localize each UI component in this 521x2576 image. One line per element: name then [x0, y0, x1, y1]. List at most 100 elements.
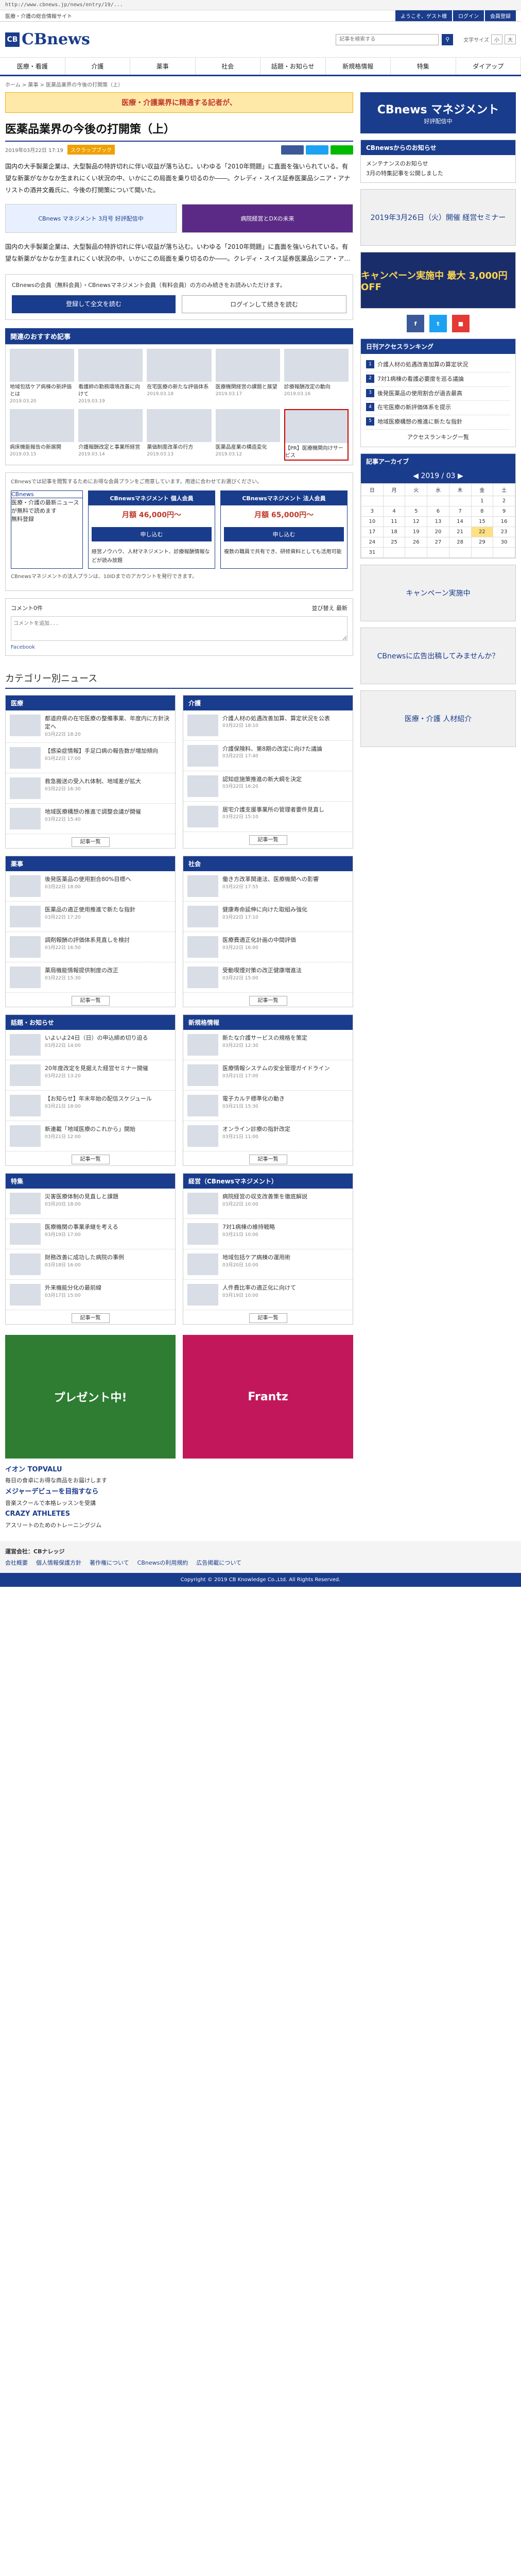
category-item[interactable]: 病院経営の収支改善策を徹底解説 03月22日 10:00	[183, 1189, 353, 1219]
category-item[interactable]: 救急搬送の受入れ体制、地域差が拡大 03月22日 16:30	[6, 773, 175, 804]
plan-free-button[interactable]: 無料登録	[11, 515, 82, 523]
category-item[interactable]: 認知症施策推進の新大綱を決定 03月22日 16:20	[183, 771, 353, 802]
calendar-day[interactable]: 9	[493, 505, 515, 517]
category-item[interactable]: 健康寿命延伸に向けた取組み強化 03月22日 17:10	[183, 902, 353, 933]
category-more-button[interactable]: 記事一覧	[249, 1155, 287, 1165]
search-icon[interactable]: ⚲	[442, 33, 454, 45]
calendar-day[interactable]: 4	[383, 505, 406, 517]
category-item[interactable]: 【お知らせ】年末年始の配信スケジュール 03月21日 18:00	[6, 1091, 175, 1122]
plan-corporate-button[interactable]: 申し込む	[224, 527, 344, 541]
calendar-day[interactable]: 10	[361, 516, 384, 527]
calendar-day[interactable]: 7	[448, 505, 472, 517]
category-heading[interactable]: 話題・お知らせ	[6, 1015, 175, 1030]
calendar-prev-icon[interactable]: ◀	[413, 472, 419, 480]
calendar-day[interactable]: 23	[493, 526, 515, 537]
ad-link[interactable]: メジャーデビューを目指すなら 音楽スクールで本格レッスンを受講	[5, 1486, 353, 1508]
inline-ad-management[interactable]: CBnews マネジメント 3月号 好評配信中	[5, 204, 177, 233]
calendar-day[interactable]: 17	[361, 526, 384, 537]
category-more-button[interactable]: 記事一覧	[71, 837, 110, 848]
recommend-item[interactable]: 介護報酬改定と事業所経営 2019.03.14	[78, 409, 143, 461]
ad-link[interactable]: イオン TOPVALU 毎日の食卓にお得な商品をお届けします	[5, 1464, 353, 1486]
footer-link[interactable]: 広告掲載について	[196, 1558, 241, 1567]
category-item[interactable]: 人件費比率の適正化に向けて 03月19日 10:00	[183, 1280, 353, 1311]
calendar-day[interactable]: 28	[448, 536, 472, 548]
calendar-day[interactable]: 20	[427, 526, 449, 537]
category-item[interactable]: 都道府県の在宅医療の整備事業、年度内に方針決定へ 03月22日 18:20	[6, 710, 175, 743]
calendar-day[interactable]: 31	[361, 547, 384, 558]
category-item[interactable]: 薬局機能情報提供制度の改正 03月22日 15:30	[6, 962, 175, 993]
calendar-day[interactable]: 14	[448, 516, 472, 527]
recommend-item[interactable]: 在宅医療の新たな評価体系 2019.03.18	[147, 348, 212, 405]
category-more-button[interactable]: 記事一覧	[71, 996, 110, 1006]
side-ad-campaign[interactable]: キャンペーン実施中	[360, 564, 516, 621]
category-heading[interactable]: 特集	[6, 1174, 175, 1189]
category-heading[interactable]: 医療	[6, 695, 175, 710]
calendar-day[interactable]: 22	[471, 526, 494, 537]
recommend-item[interactable]: 薬価制度改革の行方 2019.03.13	[147, 409, 212, 461]
category-item[interactable]: 地域医療構想の推進で調整会議が開催 03月22日 15:40	[6, 804, 175, 835]
calendar-day[interactable]: 2	[493, 495, 515, 506]
category-item[interactable]: 外来機能分化の最前線 03月17日 15:00	[6, 1280, 175, 1311]
calendar-day[interactable]: 29	[471, 536, 494, 548]
category-more-button[interactable]: 記事一覧	[71, 1313, 110, 1324]
category-item[interactable]: 財務改善に成功した病院の事例 03月18日 16:00	[6, 1249, 175, 1280]
category-more-button[interactable]: 記事一覧	[249, 996, 287, 1006]
recommend-item[interactable]: 医薬品産業の構造変化 2019.03.12	[215, 409, 280, 461]
category-item[interactable]: いよいよ24日（日）の申込締め切り迫る 03月22日 14:00	[6, 1030, 175, 1061]
category-item[interactable]: 介護保険料、第8期の改定に向けた議論 03月22日 17:40	[183, 741, 353, 771]
category-heading[interactable]: 介護	[183, 695, 353, 710]
twitter-share-icon[interactable]	[306, 145, 328, 155]
calendar-day[interactable]: 1	[471, 495, 494, 506]
calendar-day[interactable]: 15	[471, 516, 494, 527]
top-banner-ad[interactable]: 医療・介護業界に精通する記者が、	[5, 92, 353, 113]
category-heading[interactable]: 薬事	[6, 856, 175, 872]
management-banner[interactable]: CBnews マネジメント 好評配信中	[360, 92, 516, 133]
footer-link[interactable]: 個人情報保護方針	[36, 1558, 81, 1567]
ranking-item[interactable]: 5 地域医療構想の推進に新たな指針	[366, 415, 510, 430]
footer-link[interactable]: 会社概要	[5, 1558, 28, 1567]
recommend-item[interactable]: 診療報酬改定の動向 2019.03.16	[284, 348, 349, 405]
calendar-day[interactable]: 30	[493, 536, 515, 548]
inline-ad-dx[interactable]: 病院経営とDXの未来	[182, 204, 353, 233]
facebook-comment-input[interactable]	[11, 616, 348, 641]
recommend-ad-item[interactable]: 【PR】医療機関向けサービス	[284, 409, 349, 461]
rss-icon[interactable]: ■	[452, 315, 470, 333]
calendar-day[interactable]: 18	[383, 526, 406, 537]
category-item[interactable]: オンライン診療の指針改定 03月21日 11:00	[183, 1121, 353, 1152]
calendar-day[interactable]: 25	[383, 536, 406, 548]
category-item[interactable]: 医療費適正化計画の中間評価 03月22日 16:00	[183, 932, 353, 963]
calendar-day[interactable]: 6	[427, 505, 449, 517]
category-more-button[interactable]: 記事一覧	[249, 835, 287, 845]
footer-link[interactable]: CBnewsの利用規約	[137, 1558, 188, 1567]
calendar-day[interactable]: 16	[493, 516, 515, 527]
category-item[interactable]: 7対1病棟の維持戦略 03月21日 10:00	[183, 1219, 353, 1250]
calendar-next-icon[interactable]: ▶	[458, 472, 463, 480]
ranking-more-link[interactable]: アクセスランキング一覧	[366, 433, 510, 443]
ad-link[interactable]: CRAZY ATHLETES アスリートのためのトレーニングジム	[5, 1508, 353, 1530]
recommend-item[interactable]: 医療機関経営の課題と展望 2019.03.17	[215, 348, 280, 405]
facebook-sort-select[interactable]: 並び替え 最新	[312, 604, 348, 612]
calendar-day[interactable]: 11	[383, 516, 406, 527]
recommend-item[interactable]: 病床機能報告の新展開 2019.03.15	[10, 409, 75, 461]
line-share-icon[interactable]	[331, 145, 353, 155]
recommend-item[interactable]: 看護師の勤務環境改善に向けて 2019.03.19	[78, 348, 143, 405]
nav-item-pharma[interactable]: 薬事	[130, 58, 196, 75]
site-logo[interactable]: CB CBnews	[5, 30, 90, 48]
plan-individual-button[interactable]: 申し込む	[92, 527, 212, 541]
category-item[interactable]: 医薬品の適正使用推進で新たな指針 03月22日 17:20	[6, 902, 175, 933]
calendar-day[interactable]: 13	[427, 516, 449, 527]
font-small-button[interactable]: 小	[491, 35, 502, 44]
nav-item-topics[interactable]: 話題・お知らせ	[260, 58, 326, 75]
search-input[interactable]	[336, 33, 439, 45]
category-item[interactable]: 新連載「地域医療のこれから」開始 03月21日 12:00	[6, 1121, 175, 1152]
register-link[interactable]: 会員登録	[485, 10, 516, 21]
side-ad-advertise[interactable]: CBnewsに広告出稿してみませんか？	[360, 627, 516, 684]
notice-item[interactable]: メンテナンスのお知らせ	[366, 159, 510, 169]
calendar-day[interactable]: 26	[405, 536, 428, 548]
font-large-button[interactable]: 大	[505, 35, 516, 44]
twitter-icon[interactable]: t	[429, 315, 447, 333]
calendar-day[interactable]: 19	[405, 526, 428, 537]
ranking-item[interactable]: 1 介護人材の処遇改善加算の算定状況	[366, 358, 510, 373]
category-item[interactable]: 介護人材の処遇改善加算、算定状況を公表 03月22日 18:10	[183, 710, 353, 741]
category-more-button[interactable]: 記事一覧	[249, 1313, 287, 1324]
